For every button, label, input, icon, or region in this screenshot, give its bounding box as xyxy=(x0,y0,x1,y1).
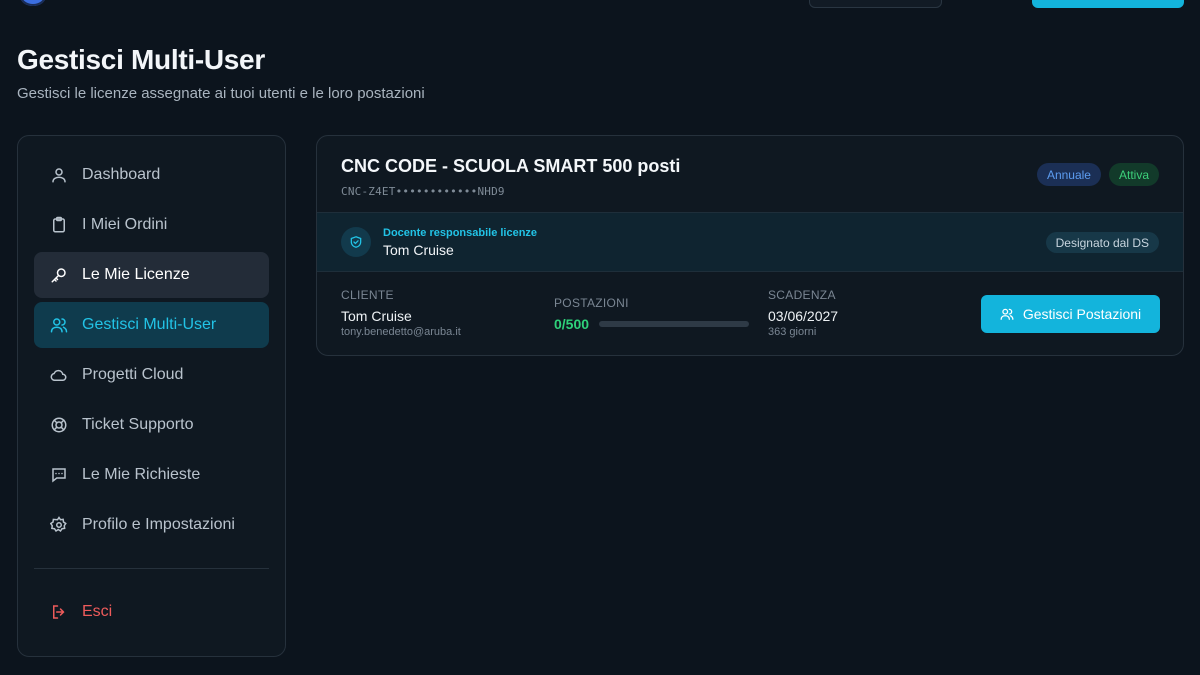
sidebar-item-dashboard[interactable]: Dashboard xyxy=(34,152,269,198)
designation-badge: Designato dal DS xyxy=(1045,232,1159,253)
sidebar-item-label: Dashboard xyxy=(82,166,161,183)
license-card: CNC CODE - SCUOLA SMART 500 posti CNC-Z4… xyxy=(316,135,1184,356)
sidebar-item-label: Le Mie Richieste xyxy=(82,466,201,483)
status-badge: Attiva xyxy=(1108,163,1159,186)
responsible-row: Docente responsabile licenze Tom Cruise … xyxy=(317,212,1183,272)
client-name: Tom Cruise xyxy=(341,308,412,324)
header-selector[interactable] xyxy=(809,0,942,8)
clipboard-icon xyxy=(53,216,65,233)
sidebar-item-settings[interactable]: Profilo e Impostazioni xyxy=(34,502,269,548)
expiry-column: SCADENZA 03/06/2027 363 giorni xyxy=(768,288,838,338)
sidebar-item-requests[interactable]: Le Mie Richieste xyxy=(34,452,269,498)
sidebar-item-orders[interactable]: I Miei Ordini xyxy=(34,202,269,248)
gear-icon xyxy=(50,516,67,533)
client-column: CLIENTE Tom Cruise tony.benedetto@aruba.… xyxy=(341,288,461,338)
sidebar-item-cloud[interactable]: Progetti Cloud xyxy=(34,352,269,398)
sidebar-item-label: I Miei Ordini xyxy=(82,216,168,233)
user-icon xyxy=(52,168,66,183)
sidebar-item-support[interactable]: Ticket Supporto xyxy=(34,402,269,448)
seats-value: 0/500 xyxy=(554,316,590,332)
key-icon xyxy=(51,268,66,283)
license-card-header: CNC CODE - SCUOLA SMART 500 posti CNC-Z4… xyxy=(317,136,1183,212)
manage-seats-button[interactable]: Gestisci Postazioni xyxy=(981,295,1160,333)
sidebar-item-label: Le Mie Licenze xyxy=(82,266,190,283)
sidebar-item-label: Gestisci Multi-User xyxy=(82,316,217,333)
users-icon xyxy=(50,318,68,333)
seats-column: POSTAZIONI 0/500 xyxy=(554,296,750,332)
license-code: CNC-Z4ET••••••••••••NHD9 xyxy=(341,185,505,198)
cloud-icon xyxy=(50,369,67,382)
license-badges: Annuale Attiva xyxy=(1036,163,1159,186)
shield-icon xyxy=(341,227,371,257)
sidebar: Dashboard I Miei Ordini Le Mie Licenze G… xyxy=(17,135,286,657)
page-title: Gestisci Multi-User xyxy=(17,44,265,75)
message-icon xyxy=(52,468,66,483)
users-icon xyxy=(1000,308,1014,320)
client-email: tony.benedetto@aruba.it xyxy=(341,326,461,338)
sidebar-item-licenses[interactable]: Le Mie Licenze xyxy=(34,252,269,298)
logout-button[interactable]: Esci xyxy=(34,589,269,635)
logout-label: Esci xyxy=(82,603,113,620)
seats-progress-bar xyxy=(599,321,750,327)
sidebar-item-label: Ticket Supporto xyxy=(82,416,194,433)
client-label: CLIENTE xyxy=(341,288,394,302)
page-subtitle: Gestisci le licenze assegnate ai tuoi ut… xyxy=(17,85,425,102)
expiry-date: 03/06/2027 xyxy=(768,308,839,324)
expiry-label: SCADENZA xyxy=(768,288,836,302)
seats-label: POSTAZIONI xyxy=(554,296,629,310)
sidebar-item-label: Progetti Cloud xyxy=(82,366,184,383)
lifebuoy-icon xyxy=(51,417,67,433)
plan-badge: Annuale xyxy=(1036,163,1101,186)
responsible-label: Docente responsabile licenze xyxy=(383,226,538,239)
expiry-days: 363 giorni xyxy=(768,326,817,338)
sidebar-item-label: Profilo e Impostazioni xyxy=(82,516,235,533)
logout-icon xyxy=(53,605,65,619)
header-primary-button[interactable] xyxy=(1032,0,1184,8)
sidebar-item-multi-user[interactable]: Gestisci Multi-User xyxy=(34,302,269,348)
license-details: CLIENTE Tom Cruise tony.benedetto@aruba.… xyxy=(317,272,1183,355)
manage-seats-label: Gestisci Postazioni xyxy=(1022,306,1142,322)
responsible-name: Tom Cruise xyxy=(383,241,454,258)
sidebar-divider xyxy=(34,568,269,569)
app-logo[interactable] xyxy=(20,0,46,6)
